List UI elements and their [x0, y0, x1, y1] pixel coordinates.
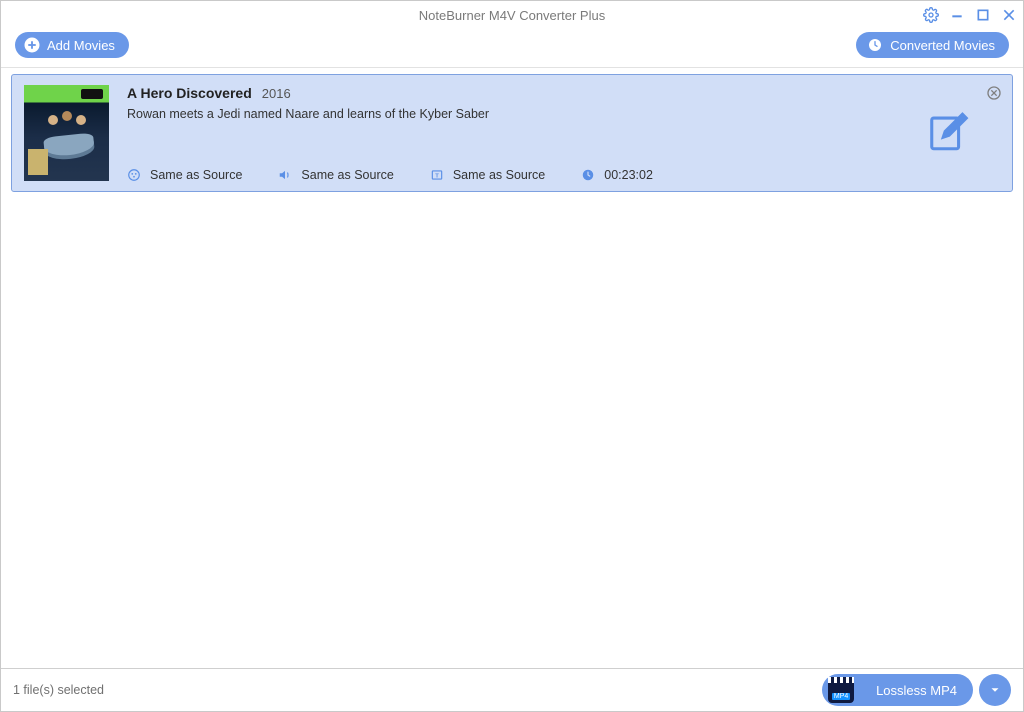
video-icon: [127, 168, 141, 182]
converted-movies-label: Converted Movies: [890, 38, 995, 53]
duration-value: 00:23:02: [604, 168, 653, 182]
chevron-down-icon: [988, 683, 1002, 697]
gear-icon[interactable]: [923, 7, 939, 23]
close-icon[interactable]: [1001, 7, 1017, 23]
edit-icon[interactable]: [926, 109, 972, 158]
audio-setting: Same as Source: [278, 168, 393, 182]
converted-movies-button[interactable]: Converted Movies: [856, 32, 1009, 58]
movie-title-line: A Hero Discovered 2016: [127, 85, 1000, 101]
mp4-icon: MP4: [828, 677, 854, 703]
titlebar: NoteBurner M4V Converter Plus: [1, 1, 1023, 29]
output-format-label: Lossless MP4: [876, 683, 957, 698]
maximize-icon[interactable]: [975, 7, 991, 23]
minimize-icon[interactable]: [949, 7, 965, 23]
movie-thumbnail: [24, 85, 109, 181]
subtitle-setting-value: Same as Source: [453, 168, 545, 182]
movie-list: A Hero Discovered 2016 Rowan meets a Jed…: [1, 67, 1023, 669]
movie-body: A Hero Discovered 2016 Rowan meets a Jed…: [127, 85, 1000, 181]
movie-row[interactable]: A Hero Discovered 2016 Rowan meets a Jed…: [11, 74, 1013, 192]
movie-title: A Hero Discovered: [127, 85, 252, 101]
video-setting: Same as Source: [127, 168, 242, 182]
subtitle-icon: T: [430, 168, 444, 182]
duration: 00:23:02: [581, 168, 653, 182]
movie-year: 2016: [262, 86, 291, 101]
status-selected: 1 file(s) selected: [13, 683, 104, 697]
audio-setting-value: Same as Source: [301, 168, 393, 182]
video-setting-value: Same as Source: [150, 168, 242, 182]
movie-meta-row: Same as Source Same as Source T Same as …: [127, 157, 1000, 181]
app-window: NoteBurner M4V Converter Plus Add Movies: [0, 0, 1024, 712]
output-format-group: MP4 Lossless MP4: [822, 674, 1011, 706]
toolbar: Add Movies Converted Movies: [1, 29, 1023, 67]
remove-movie-icon[interactable]: [986, 85, 1002, 104]
statusbar: 1 file(s) selected MP4 Lossless MP4: [1, 669, 1023, 711]
plus-icon: [23, 36, 41, 54]
window-controls: [923, 1, 1017, 29]
clock-icon: [866, 36, 884, 54]
add-movies-label: Add Movies: [47, 38, 115, 53]
window-title: NoteBurner M4V Converter Plus: [419, 8, 605, 23]
duration-icon: [581, 168, 595, 182]
movie-description: Rowan meets a Jedi named Naare and learn…: [127, 107, 1000, 121]
audio-icon: [278, 168, 292, 182]
add-movies-button[interactable]: Add Movies: [15, 32, 129, 58]
output-format-dropdown[interactable]: [979, 674, 1011, 706]
subtitle-setting: T Same as Source: [430, 168, 545, 182]
svg-text:T: T: [435, 173, 439, 179]
output-format-button[interactable]: MP4 Lossless MP4: [822, 674, 973, 706]
